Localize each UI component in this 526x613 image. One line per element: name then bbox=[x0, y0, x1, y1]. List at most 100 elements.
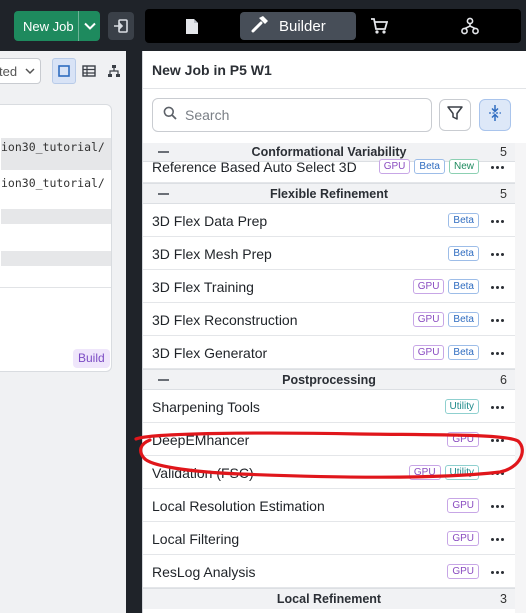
job-badges: Utility bbox=[444, 399, 479, 414]
job-row-3d-flex-generator[interactable]: 3D Flex Generator GPU Beta bbox=[143, 336, 515, 369]
job-row-sharpening-tools[interactable]: Sharpening Tools Utility bbox=[143, 390, 515, 423]
main-tab-bar: Builder bbox=[145, 9, 521, 43]
collapse-all-button[interactable] bbox=[479, 99, 511, 131]
chevron-down-icon[interactable] bbox=[79, 22, 100, 30]
job-row-local-filtering[interactable]: Local Filtering GPU bbox=[143, 522, 515, 555]
section-title: Flexible Refinement bbox=[269, 187, 389, 201]
more-options-icon[interactable] bbox=[489, 346, 505, 360]
job-row-reference-based-auto-select-3d[interactable]: Reference Based Auto Select 3D GPU Beta New bbox=[143, 150, 515, 183]
filter-button[interactable] bbox=[439, 99, 471, 131]
tab-builder[interactable]: Builder bbox=[240, 12, 356, 40]
view-mode-value: ted bbox=[0, 63, 18, 79]
card-view-button[interactable] bbox=[52, 58, 76, 84]
job-row-3d-flex-reconstruction[interactable]: 3D Flex Reconstruction GPU Beta bbox=[143, 303, 515, 336]
new-job-label: New Job bbox=[23, 18, 74, 34]
job-name: Reference Based Auto Select 3D bbox=[152, 159, 357, 175]
badge-beta: Beta bbox=[448, 213, 479, 228]
badge-gpu: GPU bbox=[412, 345, 445, 360]
more-options-icon[interactable] bbox=[489, 160, 505, 174]
more-options-icon[interactable] bbox=[489, 466, 505, 480]
job-name: Local Filtering bbox=[152, 531, 240, 547]
view-mode-select[interactable]: ted bbox=[0, 58, 41, 84]
more-options-icon[interactable] bbox=[489, 313, 505, 327]
badge-gpu: GPU bbox=[447, 432, 479, 447]
more-options-icon[interactable] bbox=[489, 400, 505, 414]
job-row-3d-flex-mesh-prep[interactable]: 3D Flex Mesh Prep Beta bbox=[143, 237, 515, 270]
card-row-placeholder bbox=[1, 209, 111, 224]
job-badges: GPU bbox=[447, 498, 479, 513]
more-options-icon[interactable] bbox=[489, 499, 505, 513]
section-header-local-refinement[interactable]: Local Refinement 3 bbox=[143, 588, 515, 609]
job-badges: Beta bbox=[448, 213, 479, 228]
more-options-icon[interactable] bbox=[489, 214, 505, 228]
workspace-panel: ted ion30_tutorial/ ion30_tutorial/ Buil… bbox=[0, 51, 126, 613]
badge-beta: Beta bbox=[414, 159, 445, 174]
job-badges: GPU bbox=[447, 531, 479, 546]
job-row-local-resolution-estimation[interactable]: Local Resolution Estimation GPU bbox=[143, 489, 515, 522]
workspace-toolbar: ted bbox=[0, 51, 126, 91]
workflow-icon[interactable] bbox=[457, 9, 483, 43]
more-options-icon[interactable] bbox=[489, 280, 505, 294]
job-badges: GPU Beta bbox=[412, 279, 479, 294]
section-title: Local Refinement bbox=[276, 592, 382, 606]
badge-gpu: GPU bbox=[447, 564, 479, 579]
more-options-icon[interactable] bbox=[489, 565, 505, 579]
new-job-button[interactable]: New Job bbox=[14, 11, 100, 41]
section-header-postprocessing[interactable]: Postprocessing 6 bbox=[143, 369, 515, 390]
job-badges: GPU Beta New bbox=[378, 159, 479, 174]
job-row-reslog-analysis[interactable]: ResLog Analysis GPU bbox=[143, 555, 515, 588]
job-name: 3D Flex Training bbox=[152, 279, 254, 295]
more-options-icon[interactable] bbox=[489, 433, 505, 447]
scrollbar[interactable] bbox=[515, 143, 526, 613]
job-name: 3D Flex Reconstruction bbox=[152, 312, 298, 328]
job-name: 3D Flex Generator bbox=[152, 345, 268, 361]
badge-gpu: GPU bbox=[378, 159, 411, 174]
badge-utility: Utility bbox=[444, 399, 479, 414]
job-name: ResLog Analysis bbox=[152, 564, 256, 580]
badge-beta: Beta bbox=[448, 345, 479, 360]
card-divider bbox=[0, 287, 111, 288]
cart-icon[interactable] bbox=[366, 9, 392, 43]
search-icon bbox=[163, 106, 177, 125]
hammer-icon bbox=[250, 14, 270, 38]
more-options-icon[interactable] bbox=[489, 532, 505, 546]
more-options-icon[interactable] bbox=[489, 247, 505, 261]
exit-icon[interactable] bbox=[108, 12, 134, 40]
job-badges: GPU bbox=[447, 432, 479, 447]
section-count: 3 bbox=[500, 592, 507, 606]
badge-gpu: GPU bbox=[447, 531, 479, 546]
job-list: Conformational Variability 5 Reference Bas… bbox=[143, 143, 515, 613]
job-badges: GPU Utility bbox=[408, 465, 479, 480]
badge-beta: Beta bbox=[448, 246, 479, 261]
job-badges: GPU Beta bbox=[412, 312, 479, 327]
badge-beta: Beta bbox=[448, 279, 479, 294]
chevron-down-icon bbox=[25, 64, 35, 81]
section-header-flexible-refinement[interactable]: Flexible Refinement 5 bbox=[143, 183, 515, 204]
badge-gpu: GPU bbox=[408, 465, 441, 480]
document-icon[interactable] bbox=[179, 9, 205, 43]
badge-utility: Utility bbox=[444, 465, 479, 480]
search-input[interactable] bbox=[185, 107, 415, 123]
top-bar: New Job Builder bbox=[0, 0, 526, 50]
job-row-3d-flex-training[interactable]: 3D Flex Training GPU Beta bbox=[143, 270, 515, 303]
job-name: 3D Flex Mesh Prep bbox=[152, 246, 272, 262]
job-row-deepemhancer[interactable]: DeepEMhancer GPU bbox=[143, 423, 515, 456]
job-name: 3D Flex Data Prep bbox=[152, 213, 268, 229]
tab-builder-label: Builder bbox=[279, 17, 326, 35]
section-title: Postprocessing bbox=[282, 373, 376, 387]
table-view-button[interactable] bbox=[77, 58, 101, 84]
job-row-validation-fsc[interactable]: Validation (FSC) GPU Utility bbox=[143, 456, 515, 489]
job-name: Local Resolution Estimation bbox=[152, 498, 325, 514]
job-row-3d-flex-data-prep[interactable]: 3D Flex Data Prep Beta bbox=[143, 204, 515, 237]
collapse-icon bbox=[487, 104, 503, 127]
badge-gpu: GPU bbox=[447, 498, 479, 513]
job-path-line: ion30_tutorial/ bbox=[1, 176, 105, 190]
section-count: 6 bbox=[500, 373, 507, 387]
badge-gpu: GPU bbox=[412, 312, 445, 327]
job-card[interactable]: ion30_tutorial/ ion30_tutorial/ Build bbox=[0, 104, 112, 372]
badge-gpu: GPU bbox=[412, 279, 445, 294]
panel-title: New Job in P5 W1 bbox=[152, 62, 272, 78]
search-box[interactable] bbox=[152, 98, 432, 132]
tree-view-button[interactable] bbox=[102, 58, 126, 84]
badge-new: New bbox=[448, 159, 479, 174]
